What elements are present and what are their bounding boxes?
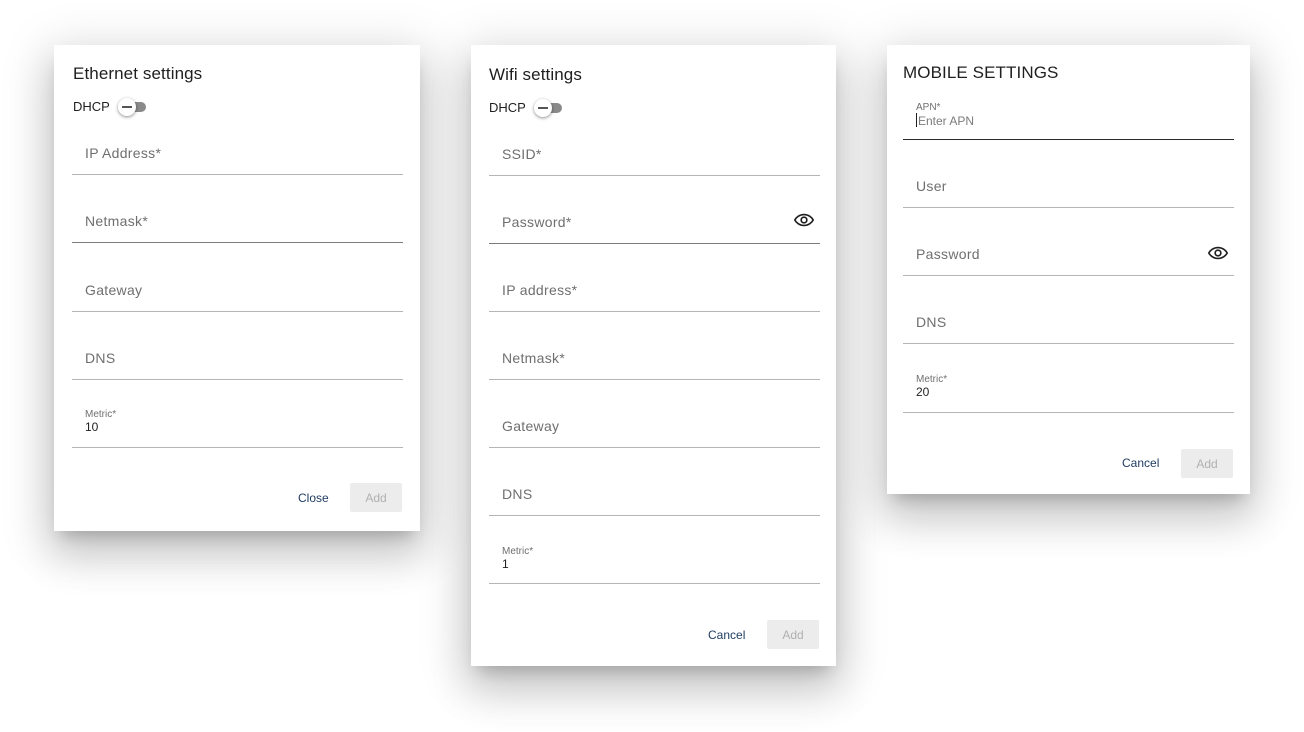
metric-label: Metric*: [85, 409, 117, 420]
metric-field[interactable]: Metric* 1: [489, 538, 820, 584]
cancel-button[interactable]: Cancel: [1122, 456, 1159, 470]
dns-placeholder: DNS: [85, 350, 116, 366]
dns-field[interactable]: DNS: [489, 470, 820, 516]
password-placeholder: Password: [916, 246, 980, 262]
dhcp-toggle[interactable]: [117, 97, 146, 116]
netmask-field[interactable]: Netmask*: [72, 197, 403, 243]
add-button[interactable]: Add: [1181, 449, 1233, 478]
metric-value: 10: [85, 420, 99, 434]
gateway-field[interactable]: Gateway: [489, 402, 820, 448]
password-field[interactable]: Password*: [489, 198, 820, 244]
netmask-field[interactable]: Netmask*: [489, 334, 820, 380]
dhcp-toggle[interactable]: [533, 98, 562, 117]
ethernet-settings-dialog: Ethernet settings DHCP IP Address* Netma…: [54, 45, 420, 531]
user-field[interactable]: User: [903, 162, 1234, 208]
password-field[interactable]: Password: [903, 230, 1234, 276]
ssid-placeholder: SSID*: [502, 146, 542, 162]
dialog-title: Wifi settings: [489, 65, 582, 84]
eye-icon[interactable]: [794, 213, 814, 227]
add-button[interactable]: Add: [350, 483, 402, 512]
close-button[interactable]: Close: [298, 491, 329, 505]
ip-address-placeholder: IP address*: [502, 282, 578, 298]
gateway-field[interactable]: Gateway: [72, 265, 403, 312]
apn-label: APN*: [916, 102, 941, 113]
ip-address-placeholder: IP Address*: [85, 145, 162, 161]
dhcp-label: DHCP: [489, 100, 526, 115]
user-placeholder: User: [916, 178, 947, 194]
add-button[interactable]: Add: [767, 620, 819, 649]
metric-label: Metric*: [916, 374, 948, 385]
dns-placeholder: DNS: [916, 314, 947, 330]
toggle-thumb: [533, 98, 552, 117]
netmask-placeholder: Netmask*: [85, 213, 149, 229]
eye-icon[interactable]: [1208, 246, 1228, 260]
cancel-button[interactable]: Cancel: [708, 628, 745, 642]
password-placeholder: Password*: [502, 214, 572, 230]
dialog-title: Ethernet settings: [73, 64, 203, 83]
ssid-field[interactable]: SSID*: [489, 130, 820, 176]
dhcp-row: DHCP: [73, 97, 146, 116]
mobile-settings-dialog: MOBILE SETTINGS APN* Enter APN User Pass…: [887, 45, 1250, 494]
toggle-thumb: [117, 97, 136, 116]
dialog-title: MOBILE SETTINGS: [903, 63, 1059, 82]
gateway-placeholder: Gateway: [85, 282, 143, 298]
apn-field[interactable]: APN* Enter APN: [903, 95, 1234, 140]
metric-field[interactable]: Metric* 20: [903, 366, 1234, 413]
metric-value: 20: [916, 385, 930, 399]
ip-address-field[interactable]: IP address*: [489, 266, 820, 312]
metric-label: Metric*: [502, 546, 534, 557]
ip-address-field[interactable]: IP Address*: [72, 129, 403, 175]
netmask-placeholder: Netmask*: [502, 350, 566, 366]
dhcp-row: DHCP: [489, 98, 562, 117]
dns-field[interactable]: DNS: [903, 298, 1234, 344]
dhcp-label: DHCP: [73, 99, 110, 114]
dns-placeholder: DNS: [502, 486, 533, 502]
wifi-settings-dialog: Wifi settings DHCP SSID* Password* IP ad…: [471, 45, 836, 666]
dns-field[interactable]: DNS: [72, 333, 403, 380]
text-caret: [916, 113, 917, 127]
metric-value: 1: [502, 557, 509, 571]
apn-placeholder: Enter APN: [918, 114, 975, 128]
metric-field[interactable]: Metric* 10: [72, 401, 403, 448]
gateway-placeholder: Gateway: [502, 418, 560, 434]
